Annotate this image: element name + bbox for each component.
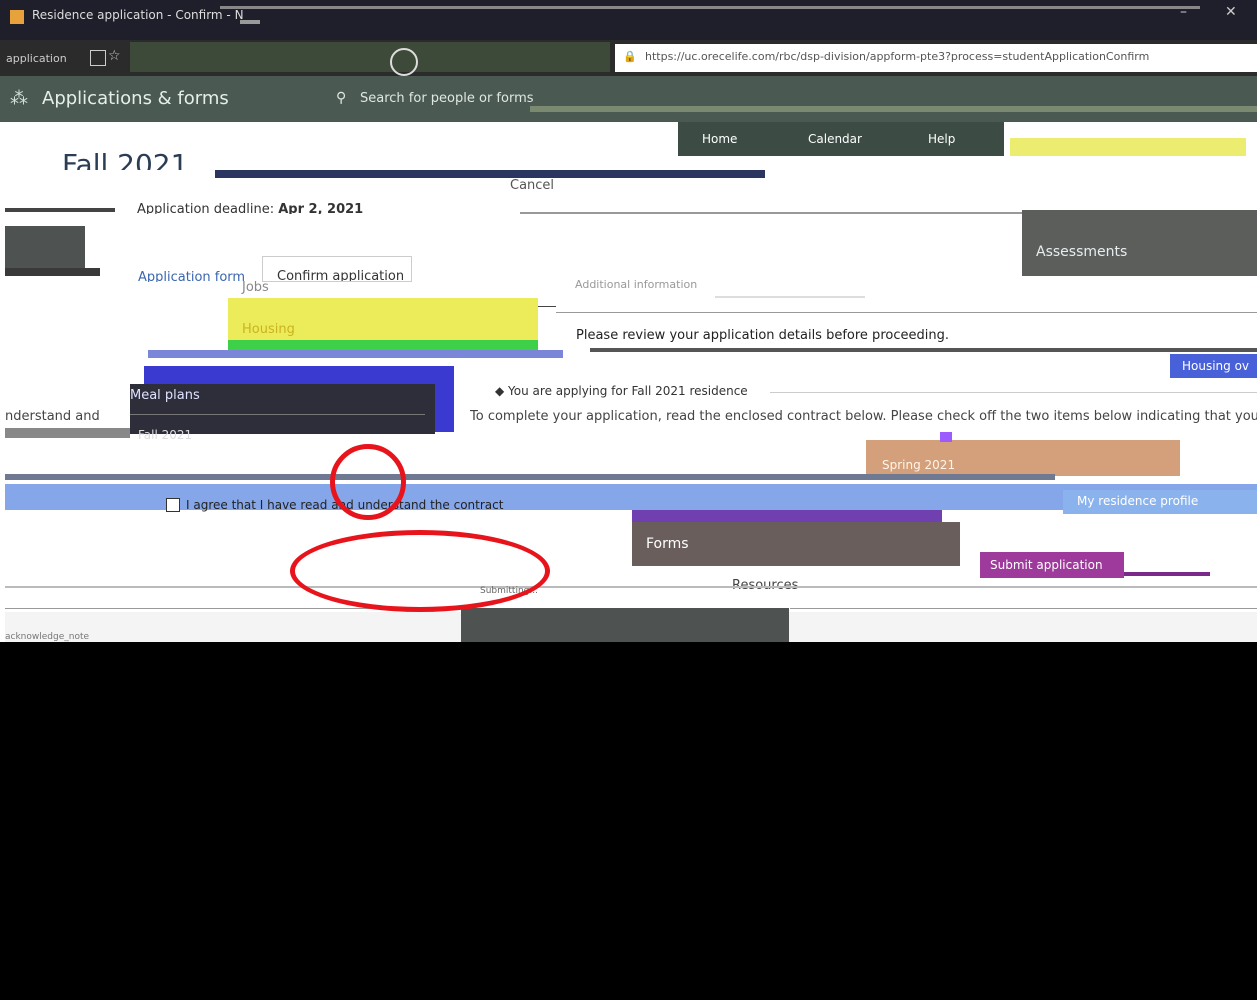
agree-checkbox[interactable] xyxy=(166,498,180,512)
applying-for-text: ◆ You are applying for Fall 2021 residen… xyxy=(495,384,748,398)
search-icon: ⚲ xyxy=(336,90,347,106)
star-icon[interactable]: ☆ xyxy=(108,48,121,64)
review-text: Please review your application details b… xyxy=(576,328,949,343)
bookmark-icon[interactable] xyxy=(90,50,106,66)
housing-overview-button[interactable]: Housing ov xyxy=(1170,354,1257,378)
address-bar: application ☆ 🔒 https://uc.orecelife.com… xyxy=(0,40,1257,76)
app-logo-icon: ⁂ xyxy=(10,88,28,109)
nav-home[interactable]: Home xyxy=(702,132,737,146)
close-icon[interactable]: ✕ xyxy=(1225,4,1237,20)
menu-item-jobs[interactable]: Jobs xyxy=(242,280,269,295)
tab-confirm-application[interactable]: Confirm application xyxy=(262,256,412,282)
menu-item-housing[interactable]: Housing xyxy=(228,298,538,340)
top-nav: Home Calendar Help xyxy=(678,122,1004,156)
page-title: Fall 2021 xyxy=(62,148,189,170)
app-title: Applications & forms xyxy=(42,88,229,109)
submit-application-button[interactable]: Submit application xyxy=(980,552,1124,578)
assessments-panel: Assessments xyxy=(1022,210,1257,276)
nav-help[interactable]: Help xyxy=(928,132,955,146)
lock-icon: 🔒 xyxy=(623,50,637,63)
browser-tab-bar: Residence application - Confirm - N – ✕ xyxy=(0,0,1257,40)
annotation-ellipse xyxy=(290,530,550,612)
favicon-icon xyxy=(10,10,24,24)
term-fall-2021[interactable]: Fall 2021 xyxy=(138,428,192,442)
menu-item-resources[interactable]: Resources xyxy=(732,578,798,590)
menu-item-meal-plans[interactable]: Meal plans xyxy=(130,384,435,434)
tab-application-form[interactable]: Application form xyxy=(138,270,245,282)
menu-item-assessments[interactable]: Assessments xyxy=(1036,244,1127,260)
menu-item-forms[interactable]: Forms xyxy=(632,522,960,566)
minimize-icon[interactable]: – xyxy=(1180,4,1187,20)
instructions-text: To complete your application, read the e… xyxy=(470,409,1257,424)
deadline-label: Application deadline: Apr 2, 2021 xyxy=(137,202,364,214)
warning-icon xyxy=(940,432,952,442)
reload-icon[interactable] xyxy=(390,48,418,76)
app-header: ⁂ Applications & forms ⚲ Search for peop… xyxy=(0,76,1257,122)
notice-banner xyxy=(1010,138,1246,156)
browser-tab-title[interactable]: Residence application - Confirm - N xyxy=(32,8,244,22)
cancel-link[interactable]: Cancel xyxy=(510,178,554,193)
my-residence-profile-button[interactable]: My residence profile xyxy=(1063,490,1257,514)
term-spring-2021[interactable]: Spring 2021 xyxy=(866,440,1180,476)
annotation-circle xyxy=(330,444,406,520)
url-field[interactable]: 🔒 https://uc.orecelife.com/rbc/dsp-divis… xyxy=(615,44,1257,72)
nav-calendar[interactable]: Calendar xyxy=(808,132,862,146)
